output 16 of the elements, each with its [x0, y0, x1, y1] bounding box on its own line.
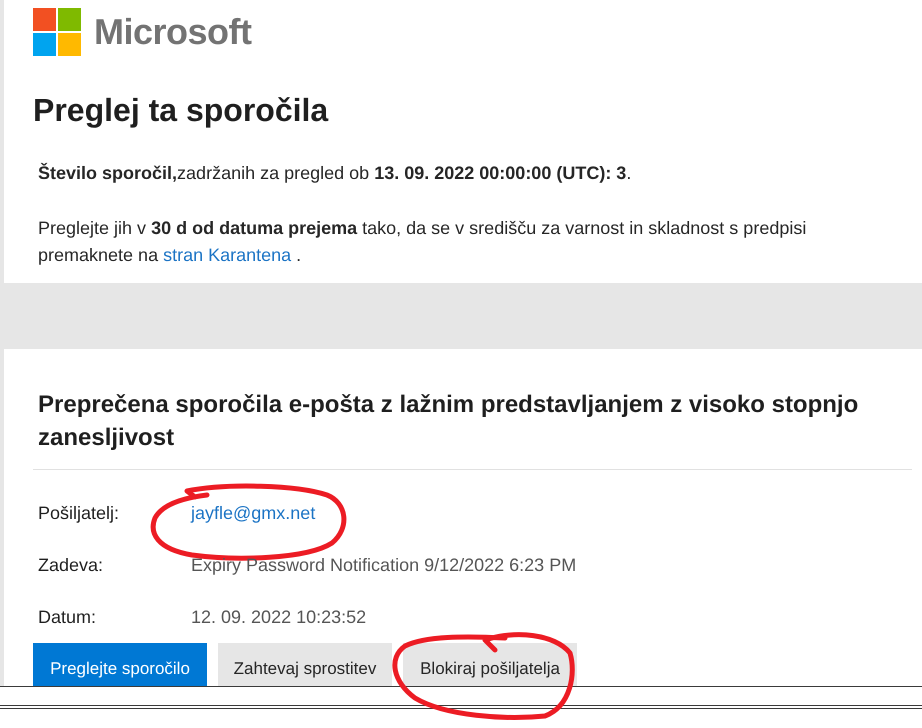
field-label: Pošiljatelj:	[38, 502, 120, 525]
sender-email-link[interactable]: jayfle@gmx.net	[191, 503, 316, 523]
quarantine-link[interactable]: stran Karantena	[163, 245, 292, 265]
field-label: Zadeva:	[38, 554, 104, 577]
summary-text: Število sporočil,zadržanih za pregled ob 13. 09. 2022 00:00:00 (UTC): 3.	[37, 162, 632, 185]
brand-name: Microsoft	[94, 10, 252, 54]
review-button[interactable]: Preglejte sporočilo	[33, 643, 207, 686]
field-value: Expiry Password Notification 9/12/2022 6:23 PM	[191, 555, 576, 575]
action-button[interactable]: Blokiraj pošiljatelja	[403, 643, 577, 686]
action-button[interactable]: Zahtevaj sprostitev	[218, 643, 392, 686]
field-label: Datum:	[38, 606, 98, 629]
section-heading: Preprečena sporočila e-pošta z lažnim predstavljanjem z visoko stopnjo zanesljivost	[37, 390, 860, 453]
field-value: 12. 09. 2022 10:23:52	[191, 607, 366, 627]
page-title: Preglej ta sporočila	[33, 91, 330, 130]
instructions-text: Preglejte jih v 30 d od datuma prejema tako, da se v središču za varnost in skladnost s predpisi premaknete na stran Karantena .	[37, 217, 808, 267]
logo-icon	[33, 8, 81, 56]
